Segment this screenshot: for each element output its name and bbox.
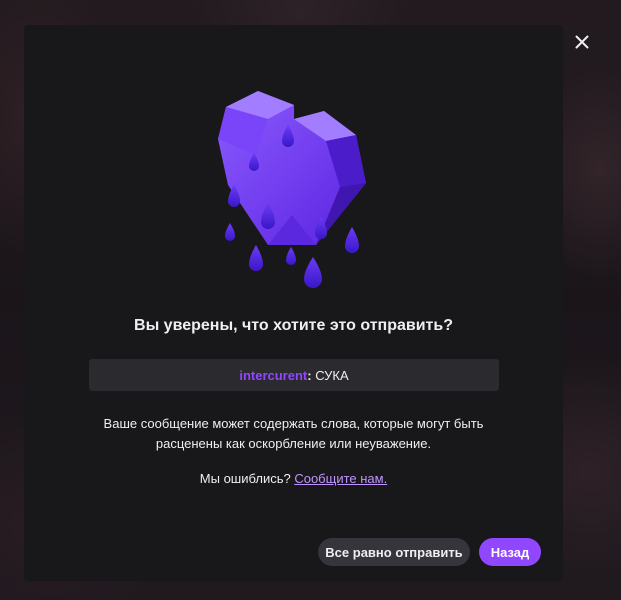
report-link[interactable]: Сообщите нам. <box>294 471 387 486</box>
dialog-title: Вы уверены, что хотите это отправить? <box>134 317 453 334</box>
crying-heart-icon <box>218 91 366 288</box>
message-preview: intercurent: СУКА <box>89 359 499 391</box>
message-username: intercurent <box>239 367 308 383</box>
send-anyway-button[interactable]: Все равно отправить <box>318 538 470 566</box>
close-button[interactable] <box>566 26 598 58</box>
close-icon <box>575 35 589 49</box>
back-button[interactable]: Назад <box>479 538 541 566</box>
confirm-send-dialog: Вы уверены, что хотите это отправить? in… <box>24 25 563 581</box>
message-text: СУКА <box>311 367 349 383</box>
warning-text: Ваше сообщение может содержать слова, ко… <box>103 416 484 451</box>
mistake-prompt: Мы ошиблись? <box>199 471 295 486</box>
report-mistake-row: Мы ошиблись? Сообщите нам. <box>24 471 563 486</box>
